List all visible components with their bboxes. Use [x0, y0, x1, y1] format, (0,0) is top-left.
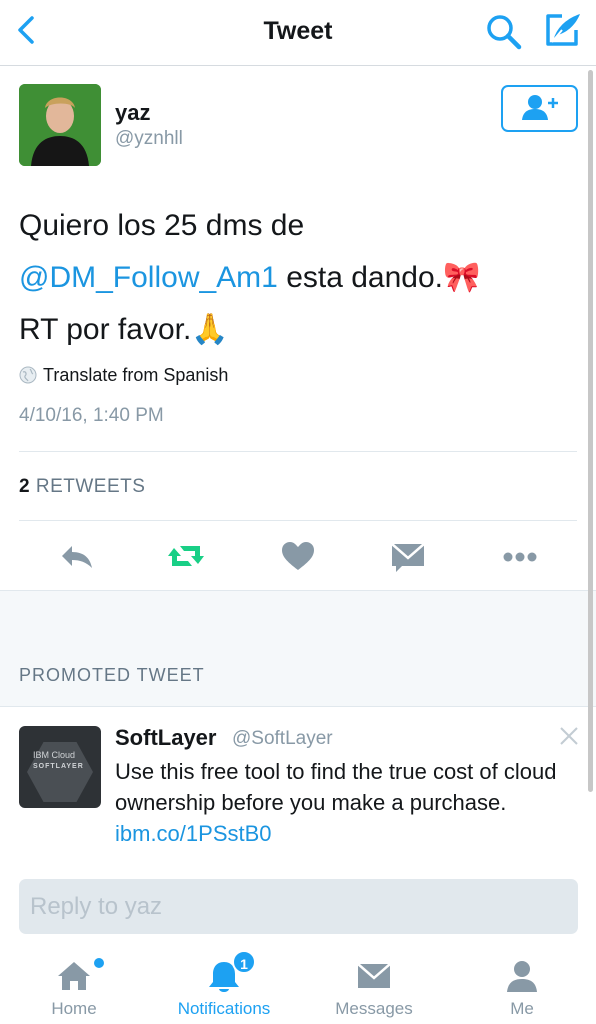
tab-messages[interactable]: Messages: [320, 942, 428, 1024]
author-name[interactable]: yaz: [115, 100, 150, 126]
translate-label: Translate from Spanish: [43, 365, 229, 385]
close-icon[interactable]: [556, 723, 582, 749]
promoted-text-body: Use this free tool to find the true cost…: [115, 759, 557, 815]
promoted-section: PROMOTED TWEET IBM Cloud SOFTLAYER SoftL…: [0, 590, 596, 867]
scrollbar[interactable]: [588, 70, 593, 792]
new-content-dot: [94, 958, 104, 968]
tab-label: Notifications: [177, 999, 271, 1018]
tweet-timestamp: 4/10/16, 1:40 PM: [19, 405, 164, 426]
add-user-icon: [521, 95, 558, 120]
nav-bar: Tweet: [0, 0, 596, 66]
tweet-text-line: RT por favor.🙏: [19, 313, 229, 346]
search-icon[interactable]: [484, 12, 524, 52]
tab-bar: Home 1 Notifications Messages Me: [0, 942, 596, 1024]
more-icon[interactable]: [498, 536, 542, 576]
logo-text: SOFTLAYER: [33, 763, 84, 770]
tweet-text-fragment: esta dando.🎀: [277, 261, 481, 294]
notification-badge: 1: [232, 950, 256, 974]
tweet-text: Quiero los 25 dms de @DM_Follow_Am1 esta…: [19, 200, 579, 356]
tab-label: Home: [51, 999, 97, 1018]
divider: [19, 451, 577, 452]
avatar[interactable]: [19, 84, 101, 166]
translate-link[interactable]: Translate from Spanish: [19, 365, 228, 386]
tab-label: Messages: [335, 999, 413, 1018]
promoted-label: PROMOTED TWEET: [19, 665, 205, 685]
softlayer-logo[interactable]: IBM Cloud SOFTLAYER: [19, 726, 101, 808]
envelope-icon: [357, 963, 391, 988]
mention-link[interactable]: @DM_Follow_Am1: [19, 261, 278, 294]
direct-message-icon[interactable]: [386, 536, 430, 576]
person-icon: [507, 961, 537, 992]
promoted-link[interactable]: ibm.co/1PSstB0: [115, 821, 272, 846]
like-icon[interactable]: [276, 536, 320, 576]
retweet-label: RETWEETS: [30, 476, 146, 497]
home-icon: [58, 962, 90, 990]
promoted-text: Use this free tool to find the true cost…: [115, 756, 585, 849]
reply-bar: [0, 866, 596, 942]
tweet-text-line: Quiero los 25 dms de: [19, 209, 305, 242]
reply-input[interactable]: [19, 879, 578, 934]
tab-label: Me: [510, 999, 534, 1018]
promoted-author-handle[interactable]: @SoftLayer: [232, 728, 333, 750]
profile-photo-icon: [19, 84, 101, 166]
divider: [19, 520, 577, 521]
follow-button[interactable]: [501, 85, 578, 132]
retweet-stats[interactable]: 2 RETWEETS: [19, 476, 145, 498]
tab-notifications[interactable]: 1 Notifications: [160, 942, 288, 1024]
reply-icon[interactable]: [56, 536, 100, 576]
tweet-actions: [0, 536, 596, 576]
tab-home[interactable]: Home: [20, 942, 128, 1024]
tweet-detail: yaz @yznhll Quiero los 25 dms de @DM_Fol…: [0, 66, 596, 590]
logo-text: IBM Cloud: [33, 750, 76, 760]
promoted-tweet[interactable]: IBM Cloud SOFTLAYER SoftLayer @SoftLayer…: [0, 706, 596, 867]
globe-icon: [19, 366, 37, 384]
promoted-author-name[interactable]: SoftLayer: [115, 725, 216, 751]
author-handle[interactable]: @yznhll: [115, 128, 183, 150]
retweet-count: 2: [19, 476, 31, 497]
tweet-text-line: @DM_Follow_Am1 esta dando.🎀: [19, 252, 579, 304]
compose-icon[interactable]: [540, 10, 584, 52]
retweet-icon[interactable]: [164, 536, 208, 576]
tab-me[interactable]: Me: [468, 942, 576, 1024]
